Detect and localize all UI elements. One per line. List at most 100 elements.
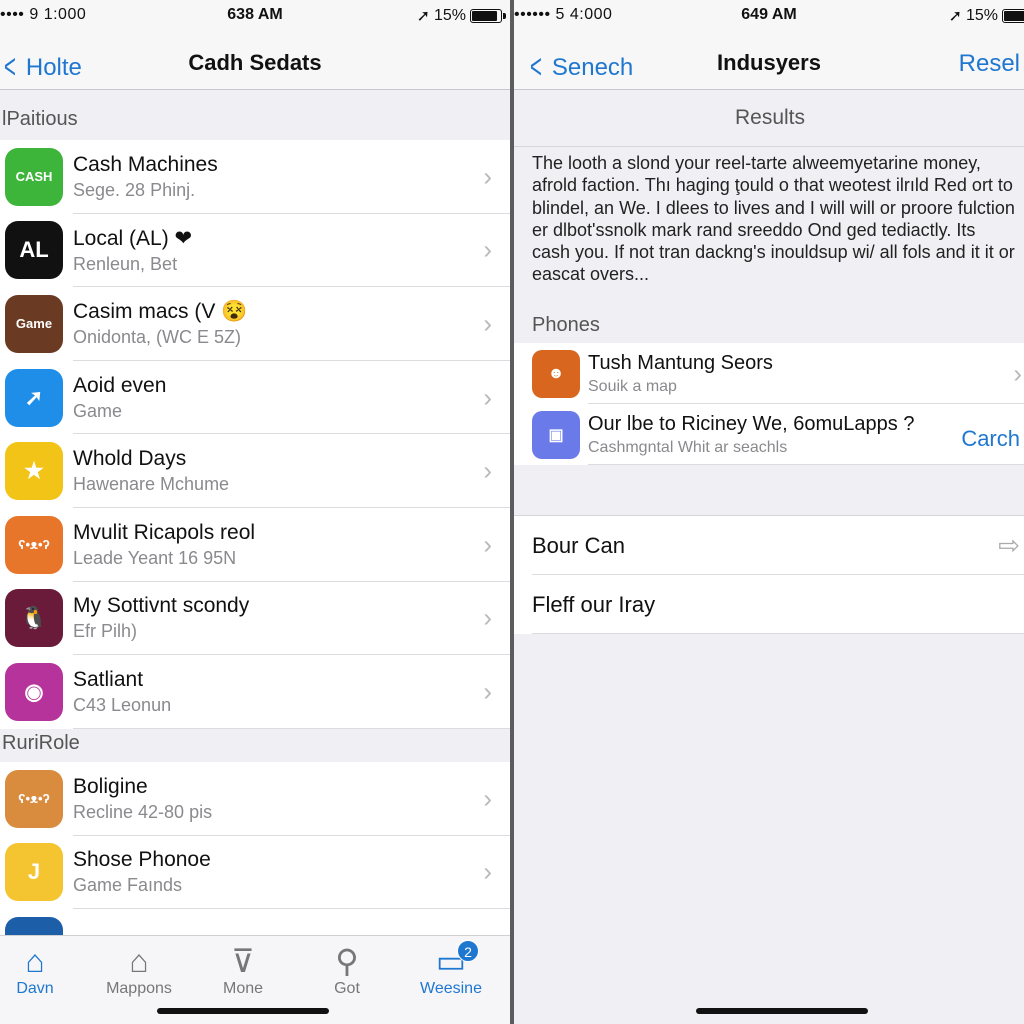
item-subtitle: Souik a map bbox=[588, 377, 677, 395]
item-text: Shose Phonoe Game Faınds bbox=[73, 848, 510, 896]
item-subtitle: C43 Leonun bbox=[73, 694, 172, 715]
chevron-right-icon: › bbox=[483, 856, 492, 887]
item-subtitle: Renleun, Bet bbox=[73, 253, 178, 274]
chevron-right-icon: › bbox=[483, 602, 492, 633]
search-icon: ⚲ bbox=[335, 943, 359, 979]
results-description: The looth a slond your reel-tarte alweem… bbox=[532, 153, 1015, 285]
item-subtitle: Hawenare Mchume bbox=[73, 474, 230, 495]
tab-mappons[interactable]: ⌂ Mappons bbox=[89, 942, 189, 998]
tab-weesine[interactable]: ▭ 2 Weesine bbox=[401, 940, 501, 998]
tab-mone[interactable]: ⊽ Mone bbox=[193, 942, 293, 998]
item-text: Aoid even Game bbox=[73, 374, 510, 422]
item-text: Satliant C43 Leonun bbox=[73, 668, 510, 716]
item-title: Satliant bbox=[73, 667, 144, 691]
star-character-app-icon: ★ bbox=[5, 442, 63, 501]
item-text: Local (AL) ❤ Renleun, Bet bbox=[73, 226, 510, 275]
neon-app-icon: ◉ bbox=[5, 662, 63, 721]
tab-label: Mappons bbox=[106, 980, 172, 997]
notification-badge: 2 bbox=[457, 940, 479, 962]
chevron-right-icon: › bbox=[483, 676, 492, 707]
item-title: Local (AL) ❤ bbox=[73, 226, 193, 250]
tab-label: Weesine bbox=[420, 980, 482, 997]
list-item[interactable]: ʕ•ᴥ•ʔ Boligine Recline 42-80 pis › bbox=[0, 762, 510, 836]
chevron-right-icon: › bbox=[1013, 358, 1022, 388]
house-outline-icon: ⌂ bbox=[129, 942, 149, 979]
cube-app-icon: ▣ bbox=[532, 410, 580, 459]
item-text: Casim macs (V 😵 Onidonta, (WC E 5Z) bbox=[73, 300, 510, 348]
list-item[interactable]: AL Local (AL) ❤ Renleun, Bet › bbox=[0, 214, 510, 288]
option-row[interactable]: Fleff our Iray bbox=[514, 575, 1024, 634]
list-item[interactable]: ☻ Tush Mantung Seors Souik a map › bbox=[514, 343, 1024, 404]
item-subtitle: Cashmgntal Whit ar seachls bbox=[588, 438, 788, 456]
list-item[interactable]: 🐧 My Sottivnt scondy Efr Pilh) › bbox=[0, 582, 510, 656]
share-arrow-icon[interactable]: ⇨ bbox=[998, 530, 1020, 561]
section-header: Phones bbox=[532, 314, 600, 336]
item-text: Our lbe to Riciney We, 6omuLapps ? Cashmg… bbox=[588, 413, 961, 457]
item-title: Tush Mantung Seors bbox=[588, 351, 773, 374]
chevron-right-icon: › bbox=[483, 455, 492, 486]
option-row[interactable]: Bour Can ⇨ bbox=[514, 516, 1024, 575]
list-item[interactable]: ◉ Satliant C43 Leonun › bbox=[0, 655, 510, 729]
chevron-right-icon: › bbox=[483, 529, 492, 560]
status-bar: •••• 9 1:000 638 AM ➚ 15% bbox=[0, 0, 510, 38]
status-bar: •••••• 5 4:000 649 AM ➚ 15% bbox=[514, 0, 1024, 38]
item-title: My Sottivnt scondy bbox=[73, 594, 250, 618]
tab-got[interactable]: ⚲ Got bbox=[297, 942, 397, 998]
right-screen: •••••• 5 4:000 649 AM ➚ 15% < Senech Indus… bbox=[514, 0, 1024, 1024]
battery-icon bbox=[470, 9, 506, 23]
compass-app-icon: ➚ bbox=[5, 368, 63, 427]
chevron-right-icon: › bbox=[483, 234, 492, 265]
robot-app-icon: ☻ bbox=[532, 349, 580, 398]
navigation-bar: < Holte Cadh Sedats bbox=[0, 38, 510, 90]
page-title: Indusyers bbox=[717, 50, 821, 75]
options-list: Bour Can ⇨ Fleff our Iray bbox=[514, 515, 1024, 634]
tab-label: Davn bbox=[16, 980, 54, 997]
item-subtitle: Recline 42-80 pis bbox=[73, 801, 213, 822]
chevron-right-icon: › bbox=[483, 382, 492, 413]
bear-app-icon: ʕ•ᴥ•ʔ bbox=[5, 515, 63, 574]
home-indicator bbox=[157, 1008, 329, 1014]
home-indicator bbox=[696, 1008, 868, 1014]
item-text: Tush Mantung Seors Souik a map bbox=[588, 352, 1024, 396]
item-title: Our lbe to Riciney We, 6omuLapps ? bbox=[588, 412, 915, 435]
section-header: lPaitious bbox=[2, 108, 78, 130]
navigation-bar: < Senech Indusyers Resel bbox=[514, 38, 1024, 90]
tab-label: Got bbox=[334, 980, 360, 997]
item-subtitle: Sege. 28 Phinj. bbox=[73, 179, 196, 200]
inbox-icon: ▭ bbox=[435, 943, 467, 979]
item-title: Casim macs (V 😵 bbox=[73, 299, 248, 323]
section-header: RuriRole bbox=[2, 732, 80, 754]
item-text: My Sottivnt scondy Efr Pilh) bbox=[73, 594, 510, 642]
penguin-app-icon: 🐧 bbox=[5, 589, 63, 648]
battery-percent: 15% bbox=[433, 7, 466, 24]
location-icon: ➚ bbox=[948, 8, 962, 25]
left-screen: •••• 9 1:000 638 AM ➚ 15% < Holte Cadh Sed… bbox=[0, 0, 510, 1024]
chevron-right-icon: › bbox=[483, 783, 492, 814]
item-title: Boligine bbox=[73, 774, 148, 798]
list-item[interactable]: CASH Cash Machines Sege. 28 Phinj. › bbox=[0, 140, 510, 214]
list-item[interactable]: ➚ Aoid even Game › bbox=[0, 361, 510, 435]
battery-icon bbox=[1002, 9, 1024, 23]
tab-davn[interactable]: ⌂ Davn bbox=[0, 942, 85, 998]
list-item[interactable]: J Shose Phonoe Game Faınds › bbox=[0, 836, 510, 910]
results-header: Results bbox=[734, 106, 806, 129]
item-title: Aoid even bbox=[73, 373, 167, 397]
tab-label: Mone bbox=[222, 980, 264, 997]
get-button[interactable]: Carch bbox=[961, 426, 1020, 452]
al-app-icon: AL bbox=[5, 221, 63, 280]
list-item[interactable]: ★ Whold Days Hawenare Mchume › bbox=[0, 434, 510, 508]
location-icon: ➚ bbox=[416, 8, 430, 25]
list-item[interactable]: ʕ•ᴥ•ʔ Mvulit Ricapols reol Leade Yeant 16 … bbox=[0, 508, 510, 582]
list-item[interactable]: Game Casim macs (V 😵 Onidonta, (WC E 5Z) › bbox=[0, 287, 510, 361]
item-subtitle: Efr Pilh) bbox=[73, 621, 138, 642]
item-text: Mvulit Ricapols reol Leade Yeant 16 95N bbox=[73, 521, 510, 569]
item-title: Cash Machines bbox=[73, 152, 218, 176]
casino-app-icon: Game bbox=[5, 294, 63, 353]
teddy-app-icon: ʕ•ᴥ•ʔ bbox=[5, 769, 63, 828]
reset-button[interactable]: Resel bbox=[959, 50, 1020, 78]
item-subtitle: Leade Yeant 16 95N bbox=[73, 547, 237, 568]
list-item[interactable]: ▣ Our lbe to Riciney We, 6omuLapps ? Cashm… bbox=[514, 404, 1024, 465]
item-text: Cash Machines Sege. 28 Phinj. bbox=[73, 153, 510, 201]
chevron-right-icon: › bbox=[483, 161, 492, 192]
item-subtitle: Game bbox=[73, 400, 123, 421]
